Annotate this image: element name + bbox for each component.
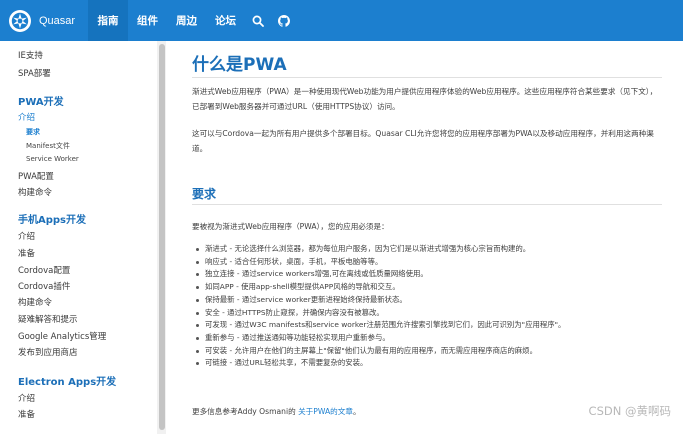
list-item: 可安装 - 允许用户在他们的主屏幕上"保留"他们认为最有用的应用程序，而无需应用… <box>192 345 662 358</box>
nav-ecosystem[interactable]: 周边 <box>167 0 206 41</box>
section-divider <box>192 204 662 205</box>
sidebar-item-pwa-intro[interactable]: 介绍 <box>18 111 35 123</box>
sidebar-subitem-requirements[interactable]: 要求 <box>26 127 40 137</box>
quasar-logo-icon <box>8 9 32 33</box>
page-title: 什么是PWA <box>192 55 287 75</box>
sidebar-item-google-analytics[interactable]: Google Analytics管理 <box>18 330 106 342</box>
watermark: CSDN @黄啊码 <box>588 404 671 418</box>
sidebar-item-electron-intro[interactable]: 介绍 <box>18 392 35 404</box>
sidebar-item-pwa-config[interactable]: PWA配置 <box>18 170 54 182</box>
list-item: 渐进式 - 无论选择什么浏览器，都为每位用户服务，因为它们是以渐进式增强为核心宗… <box>192 243 662 256</box>
sidebar-item-cordova-plugins[interactable]: Cordova插件 <box>18 280 70 292</box>
sidebar-item-publish-store[interactable]: 发布到应用商店 <box>18 346 78 358</box>
sidebar-group-electron[interactable]: Electron Apps开发 <box>18 373 116 388</box>
section-title-requirements: 要求 <box>192 187 217 201</box>
sidebar-item-ie-support[interactable]: IE支持 <box>18 49 43 61</box>
sidebar-item-pwa-build[interactable]: 构建命令 <box>18 186 52 198</box>
brand[interactable]: Quasar <box>0 0 88 41</box>
pwa-article-link[interactable]: 关于PWA的文章 <box>298 407 353 416</box>
requirements-lead: 要被视为渐进式Web应用程序（PWA），您的应用必须是： <box>192 222 389 231</box>
list-item: 如同APP - 使用app-shell模型提供APP风格的导航和交互。 <box>192 281 662 294</box>
sidebar-subitem-service-worker[interactable]: Service Worker <box>26 155 79 163</box>
main-content: 什么是PWA 渐进式Web应用程序（PWA）是一种使用现代Web功能为用户提供应… <box>166 41 683 434</box>
sidebar-scrollbar-thumb[interactable] <box>159 44 165 430</box>
sidebar-subitem-manifest[interactable]: Manifest文件 <box>26 141 70 151</box>
list-item: 重新参与 - 通过推送通知等功能轻松实现用户重新参与。 <box>192 332 662 345</box>
sidebar-group-pwa[interactable]: PWA开发 <box>18 93 64 108</box>
sidebar: IE支持 SPA部署 PWA开发 介绍 要求 Manifest文件 Servic… <box>0 41 166 434</box>
title-divider <box>192 77 662 78</box>
sidebar-item-cordova-config[interactable]: Cordova配置 <box>18 264 70 276</box>
list-item: 独立连接 - 通过service workers增强,可在离线或低质量网络使用。 <box>192 268 662 281</box>
intro-paragraph-1: 渐进式Web应用程序（PWA）是一种使用现代Web功能为用户提供应用程序体验的W… <box>192 87 658 111</box>
list-item: 可链接 - 通过URL轻松共享，不需要复杂的安装。 <box>192 357 662 370</box>
nav-forum[interactable]: 论坛 <box>206 0 245 41</box>
search-icon[interactable] <box>245 0 271 41</box>
sidebar-item-spa-deploy[interactable]: SPA部署 <box>18 67 51 79</box>
sidebar-item-mobile-prepare[interactable]: 准备 <box>18 247 35 259</box>
github-icon[interactable] <box>271 0 297 41</box>
requirements-list: 渐进式 - 无论选择什么浏览器，都为每位用户服务，因为它们是以渐进式增强为核心宗… <box>192 243 662 370</box>
sidebar-item-mobile-intro[interactable]: 介绍 <box>18 230 35 242</box>
more-info-suffix: 。 <box>352 407 361 416</box>
list-item: 保持最新 - 通过service worker更新进程始终保持最新状态。 <box>192 294 662 307</box>
intro-paragraph-2: 这可以与Cordova一起为所有用户提供多个部署目标。Quasar CLI允许您… <box>192 129 654 153</box>
list-item: 可发现 - 通过W3C manifests和service worker注册范围… <box>192 319 662 332</box>
sidebar-item-electron-prepare[interactable]: 准备 <box>18 408 35 420</box>
nav-components[interactable]: 组件 <box>128 0 167 41</box>
sidebar-group-mobile[interactable]: 手机Apps开发 <box>18 211 86 226</box>
sidebar-item-mobile-build[interactable]: 构建命令 <box>18 296 52 308</box>
list-item: 响应式 - 适合任何形状，桌面，手机，平板电脑等等。 <box>192 256 662 269</box>
brand-name: Quasar <box>39 14 76 27</box>
more-info-text: 更多信息参考Addy Osmani的 <box>192 407 299 416</box>
top-navigation-bar: Quasar 指南 组件 周边 论坛 <box>0 0 683 41</box>
list-item: 安全 - 通过HTTPS防止窥探，并确保内容没有被篡改。 <box>192 307 662 320</box>
nav-guide[interactable]: 指南 <box>88 0 128 41</box>
sidebar-item-troubleshooting[interactable]: 疑难解答和提示 <box>18 313 78 325</box>
